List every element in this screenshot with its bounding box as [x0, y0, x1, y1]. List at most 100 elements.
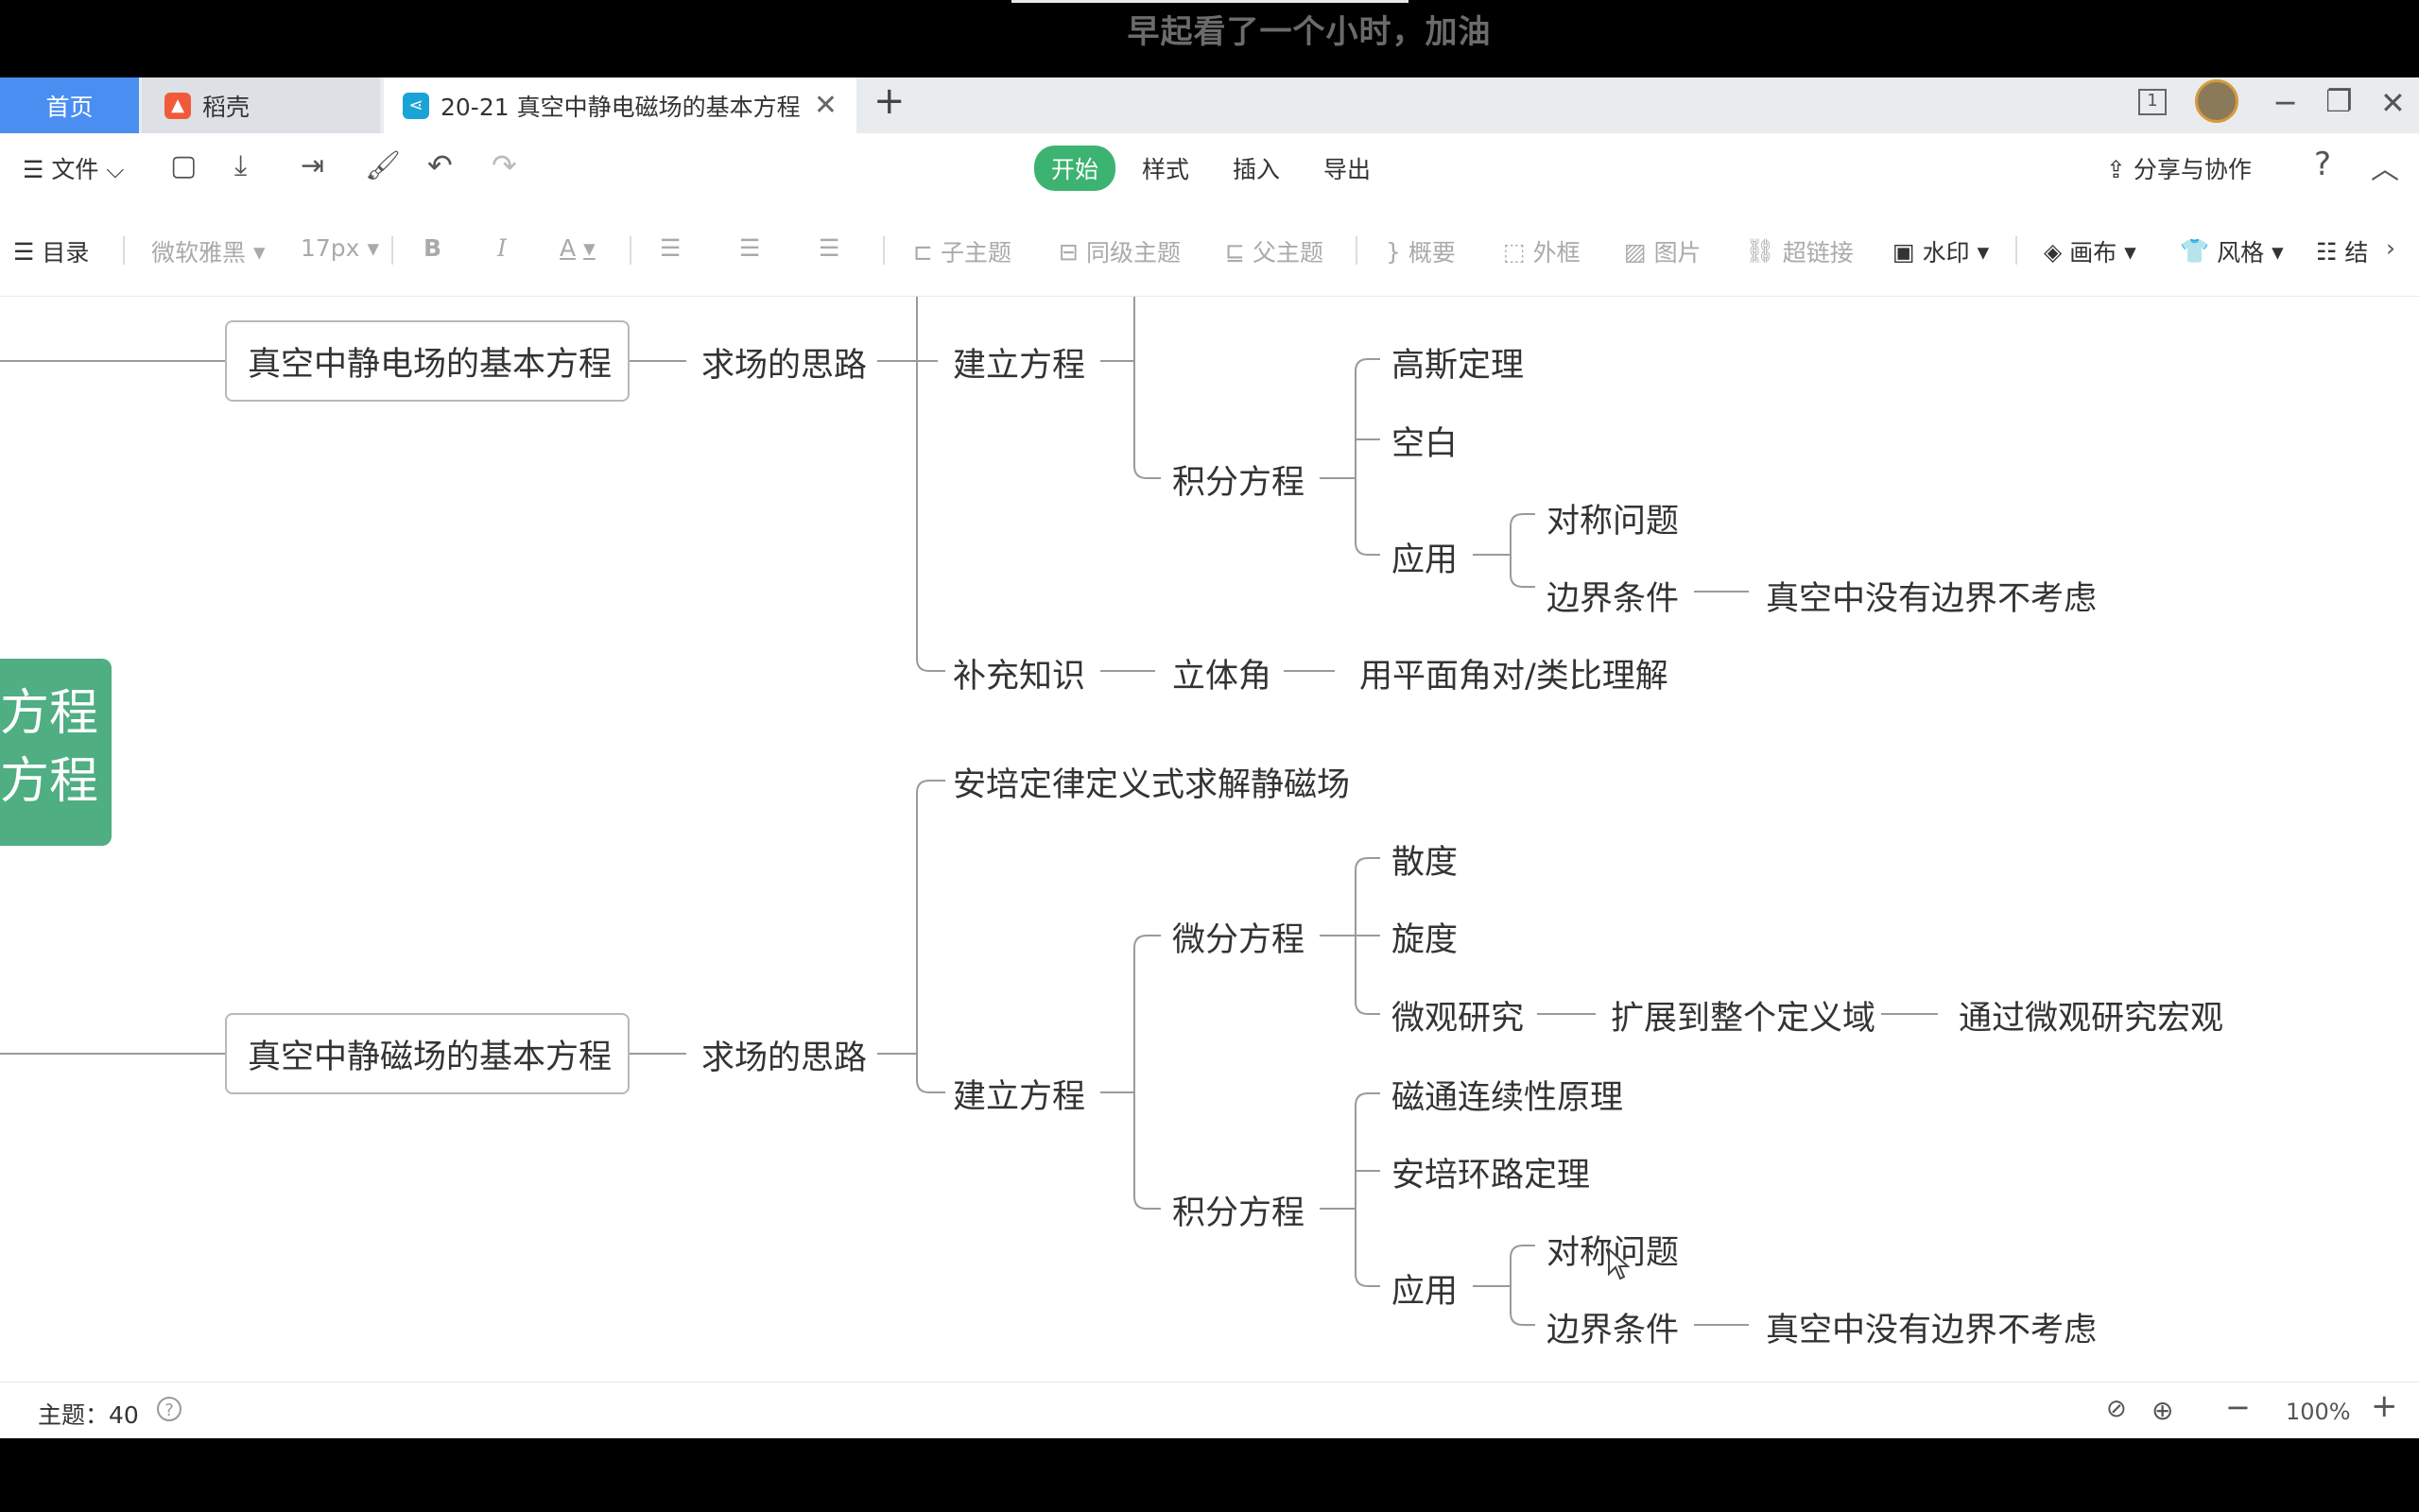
subtopic-button[interactable]: ⊏ 子主题	[913, 234, 1011, 268]
tab-daoke-label: 稻壳	[202, 93, 251, 121]
info-icon[interactable]: ?	[157, 1397, 181, 1421]
divider	[123, 236, 125, 265]
link-icon: ⛓	[1745, 237, 1775, 265]
close-window-icon[interactable]: ✕	[2380, 85, 2406, 121]
canvas-button[interactable]: ◈ 画布 ▾	[2044, 234, 2136, 268]
close-tab-icon[interactable]: ✕	[814, 89, 838, 122]
topic-symmetry[interactable]: 对称问题	[1546, 494, 1679, 542]
redo-icon[interactable]: ↷	[492, 147, 517, 183]
topic-integral-equation[interactable]: 积分方程	[1172, 1186, 1305, 1234]
topic-micro-study[interactable]: 微观研究	[1391, 991, 1524, 1040]
structure-button[interactable]: ☷ 结	[2316, 234, 2382, 268]
locate-icon[interactable]: ⊕	[2151, 1395, 2173, 1426]
divider	[1356, 236, 1357, 265]
toolbar-scroll-right-icon[interactable]: ›	[2386, 234, 2395, 262]
tab-home[interactable]: 首页	[0, 77, 139, 133]
divider	[2015, 236, 2017, 265]
export-icon[interactable]: ⇥	[301, 149, 324, 182]
topic-analogy[interactable]: 用平面角对/类比理解	[1359, 649, 1668, 697]
topic-integral-equation[interactable]: 积分方程	[1172, 455, 1305, 504]
hide-icon[interactable]: ⊘	[2106, 1395, 2127, 1423]
root-topic-line: 方程	[0, 753, 99, 810]
topic-magnetic-equation[interactable]: 真空中静磁场的基本方程	[225, 1013, 630, 1094]
root-topic[interactable]: 方程 方程	[0, 659, 112, 846]
theme-style-button[interactable]: 👕 风格 ▾	[2180, 234, 2284, 268]
tab-export[interactable]: 导出	[1306, 146, 1388, 191]
divider	[883, 236, 885, 265]
topic-flux-continuity[interactable]: 磁通连续性原理	[1391, 1071, 1623, 1119]
file-menu[interactable]: ☰ 文件 ⌵	[23, 151, 124, 185]
frame-button[interactable]: ⬚ 外框	[1503, 234, 1581, 268]
topic-differential-equation[interactable]: 微分方程	[1172, 913, 1305, 961]
restore-icon[interactable]: ❐	[2325, 83, 2353, 119]
topic-boundary[interactable]: 边界条件	[1546, 1303, 1679, 1351]
font-color-button[interactable]: A ▾	[560, 234, 596, 262]
topic-boundary[interactable]: 边界条件	[1546, 572, 1679, 620]
page-view-icon[interactable]: 1	[2138, 89, 2167, 115]
topic-gauss-law[interactable]: 高斯定理	[1391, 338, 1524, 387]
topic-blank[interactable]: 空白	[1391, 417, 1458, 465]
subtopic-icon: ⊏	[913, 237, 933, 266]
topic-curl[interactable]: 旋度	[1391, 913, 1458, 961]
share-button[interactable]: ⇪ 分享与协作	[2106, 151, 2252, 185]
download-icon[interactable]: ⤓	[234, 149, 247, 182]
image-icon: ▨	[1624, 237, 1647, 266]
sibling-icon: ⊟	[1059, 237, 1079, 266]
topic-solid-angle[interactable]: 立体角	[1172, 649, 1271, 697]
undo-icon[interactable]: ↶	[427, 147, 453, 183]
hyperlink-button[interactable]: ⛓ 超链接	[1745, 234, 1854, 268]
summary-icon: }	[1386, 237, 1401, 266]
topic-supplement[interactable]: 补充知识	[953, 649, 1085, 697]
topic-divergence[interactable]: 散度	[1391, 835, 1458, 884]
structure-icon: ☷	[2316, 237, 2338, 266]
font-select[interactable]: 微软雅黑 ▾	[151, 234, 266, 268]
topic-application[interactable]: 应用	[1391, 533, 1458, 581]
tab-start[interactable]: 开始	[1034, 146, 1116, 191]
topic-build-equation[interactable]: 建立方程	[953, 338, 1085, 387]
zoom-level: 100%	[2286, 1399, 2351, 1425]
align-left-icon[interactable]: ☰	[660, 234, 681, 262]
sibling-topic-button[interactable]: ⊟ 同级主题	[1059, 234, 1181, 268]
align-center-icon[interactable]: ☰	[739, 234, 760, 262]
parent-icon: ⊑	[1225, 237, 1245, 266]
topic-ampere-definition[interactable]: 安培定律定义式求解静磁场	[953, 758, 1350, 806]
topic-ampere-loop[interactable]: 安培环路定理	[1391, 1148, 1590, 1196]
mindmap-icon: ⋖	[403, 92, 429, 119]
collapse-ribbon-icon[interactable]: ︿	[2371, 146, 2399, 187]
image-button[interactable]: ▨ 图片	[1624, 234, 1702, 268]
italic-button[interactable]: I	[497, 234, 507, 262]
watermark-button[interactable]: ▣ 水印 ▾	[1892, 234, 1989, 268]
toc-button[interactable]: ☰ 目录	[13, 234, 89, 268]
daoke-icon: ▲	[164, 92, 191, 119]
tab-document[interactable]: ⋖ 20-21 真空中静电磁场的基本方程 ✕	[384, 77, 856, 133]
new-tab-button[interactable]: +	[873, 79, 906, 123]
topic-micro-to-macro[interactable]: 通过微观研究宏观	[1959, 991, 2223, 1040]
frame-icon: ⬚	[1503, 237, 1526, 266]
parent-topic-button[interactable]: ⊑ 父主题	[1225, 234, 1323, 268]
topic-electric-equation[interactable]: 真空中静电场的基本方程	[225, 320, 630, 402]
summary-button[interactable]: } 概要	[1386, 234, 1456, 268]
topic-extend-domain[interactable]: 扩展到整个定义域	[1611, 991, 1875, 1040]
avatar[interactable]	[2195, 79, 2238, 123]
topic-build-equation[interactable]: 建立方程	[953, 1070, 1085, 1118]
align-right-icon[interactable]: ☰	[819, 234, 839, 262]
topic-field-idea[interactable]: 求场的思路	[701, 338, 867, 387]
topic-no-boundary[interactable]: 真空中没有边界不考虑	[1766, 1303, 2097, 1351]
font-size-select[interactable]: 17px ▾	[301, 234, 379, 262]
zoom-out-button[interactable]: −	[2225, 1389, 2251, 1425]
format-painter-icon[interactable]: 🖌	[365, 149, 401, 182]
bold-button[interactable]: B	[423, 234, 441, 262]
help-icon[interactable]: ?	[2314, 146, 2331, 183]
minimize-icon[interactable]: ─	[2276, 85, 2294, 121]
topic-field-idea[interactable]: 求场的思路	[701, 1031, 867, 1079]
video-caption: 早起看了一个小时，加油	[1127, 13, 1492, 51]
tab-insert[interactable]: 插入	[1216, 146, 1297, 191]
watermark-icon: ▣	[1892, 237, 1915, 266]
zoom-in-button[interactable]: +	[2371, 1387, 2398, 1425]
topic-application[interactable]: 应用	[1391, 1264, 1458, 1313]
save-icon[interactable]: ▢	[170, 149, 197, 182]
tab-style[interactable]: 样式	[1125, 146, 1206, 191]
topic-no-boundary[interactable]: 真空中没有边界不考虑	[1766, 572, 2097, 620]
tab-daoke[interactable]: ▲ 稻壳	[142, 77, 380, 133]
tab-bar: 首页 ▲ 稻壳 ⋖ 20-21 真空中静电磁场的基本方程 ✕	[0, 77, 2419, 133]
